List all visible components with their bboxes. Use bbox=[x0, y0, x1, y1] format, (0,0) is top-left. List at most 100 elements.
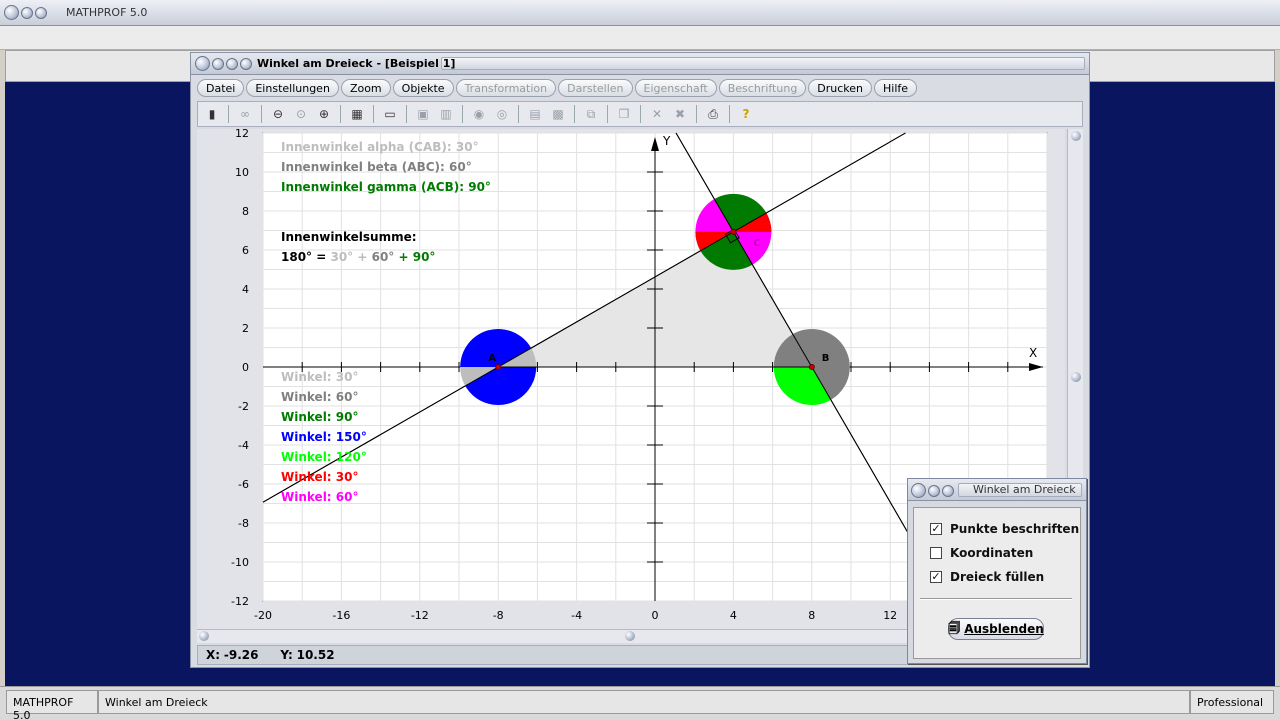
scroll-thumb[interactable] bbox=[625, 631, 635, 641]
toolbar-separator bbox=[574, 105, 575, 123]
print-icon[interactable]: ⎙ bbox=[703, 104, 723, 124]
x-tick-label: -4 bbox=[571, 609, 582, 622]
menu-einstellungen[interactable]: Einstellungen bbox=[246, 79, 339, 97]
angle-legend-item: Winkel: 90° bbox=[281, 410, 358, 424]
menu-hilfe[interactable]: Hilfe bbox=[874, 79, 918, 97]
menu-datei[interactable]: Datei bbox=[197, 79, 245, 97]
toolbar-separator bbox=[462, 105, 463, 123]
child-titlebar[interactable]: Winkel am Dreieck - [Beispiel 1] bbox=[191, 53, 1089, 75]
box-icon[interactable]: ▥ bbox=[436, 104, 456, 124]
calculator-icon[interactable]: ▮ bbox=[202, 104, 222, 124]
dialog-control-button[interactable] bbox=[911, 483, 926, 498]
app-control-button[interactable] bbox=[4, 5, 19, 20]
menu-zoom[interactable]: Zoom bbox=[340, 79, 391, 97]
checkbox[interactable] bbox=[930, 547, 942, 559]
point-B bbox=[808, 364, 815, 370]
scroll-left-button[interactable] bbox=[199, 631, 209, 641]
grid-icon[interactable]: ▩ bbox=[548, 104, 568, 124]
menu-drucken[interactable]: Drucken bbox=[808, 79, 873, 97]
app-control-button[interactable] bbox=[35, 7, 47, 19]
close-icon[interactable]: ✕ bbox=[647, 104, 667, 124]
dialog-control-button[interactable] bbox=[928, 485, 940, 497]
toolbar-separator bbox=[228, 105, 229, 123]
menu-beschriftung[interactable]: Beschriftung bbox=[718, 79, 807, 97]
point-label: A bbox=[488, 353, 496, 364]
angle-legend-item: Winkel: 60° bbox=[281, 390, 358, 404]
copy-icon[interactable]: ⧉ bbox=[581, 104, 601, 124]
zoom-icon[interactable]: ⊙ bbox=[291, 104, 311, 124]
sum-part-a: 30° bbox=[326, 250, 353, 264]
separator bbox=[920, 598, 1072, 600]
y-tick-label: 6 bbox=[242, 244, 249, 257]
toolbar-separator bbox=[373, 105, 374, 123]
sum-part-plus1: + bbox=[353, 250, 367, 264]
app-title: MATHPROF 5.0 bbox=[66, 6, 148, 19]
close-icon[interactable]: ✖ bbox=[670, 104, 690, 124]
angle-legend-item: Winkel: 30° bbox=[281, 470, 358, 484]
toolbar-separator bbox=[261, 105, 262, 123]
x-tick-label: 12 bbox=[883, 609, 897, 622]
settings-icon[interactable]: ▦ bbox=[347, 104, 367, 124]
menu-eigenschaft[interactable]: Eigenschaft bbox=[634, 79, 717, 97]
circle-icon[interactable]: ◎ bbox=[492, 104, 512, 124]
angle-legend-item: Winkel: 30° bbox=[281, 370, 358, 384]
table-icon[interactable]: ▤ bbox=[525, 104, 545, 124]
toolbar-separator bbox=[340, 105, 341, 123]
help-icon[interactable]: ? bbox=[736, 104, 756, 124]
box-icon[interactable]: ▣ bbox=[413, 104, 433, 124]
option-dreieck-fuellen[interactable]: ✓ Dreieck füllen bbox=[930, 570, 1044, 584]
checkbox[interactable]: ✓ bbox=[930, 571, 942, 583]
hide-button[interactable]: 🗐 Ausblenden bbox=[948, 618, 1044, 640]
y-tick-label: -4 bbox=[238, 439, 249, 452]
window-control-button[interactable] bbox=[212, 58, 224, 70]
window-icon[interactable]: ▭ bbox=[380, 104, 400, 124]
pages-icon[interactable]: ❐ bbox=[614, 104, 634, 124]
window-control-button[interactable] bbox=[195, 56, 210, 71]
dialog-control-button[interactable] bbox=[942, 485, 954, 497]
menu-darstellen[interactable]: Darstellen bbox=[558, 79, 633, 97]
zoom-in-icon[interactable]: ⊕ bbox=[314, 104, 334, 124]
y-tick-label: 8 bbox=[242, 205, 249, 218]
dialog-window-controls[interactable] bbox=[911, 483, 954, 498]
app-window-controls[interactable] bbox=[4, 5, 47, 20]
window-control-button[interactable] bbox=[226, 58, 238, 70]
window-control-button[interactable] bbox=[240, 58, 252, 70]
point-label: C bbox=[753, 238, 760, 249]
zoom-out-icon[interactable]: ⊖ bbox=[268, 104, 288, 124]
point-A bbox=[495, 364, 502, 370]
x-tick-label: -16 bbox=[332, 609, 350, 622]
option-label: Punkte beschriften bbox=[950, 522, 1080, 536]
toolbar-separator bbox=[406, 105, 407, 123]
app-titlebar: MATHPROF 5.0 bbox=[0, 0, 1280, 26]
angle-info: Innenwinkel alpha (CAB): 30° bbox=[281, 140, 479, 154]
angle-info: Innenwinkel beta (ABC): 60° bbox=[281, 160, 472, 174]
x-axis-label: X bbox=[1029, 346, 1037, 360]
y-coord-label: Y: 10.52 bbox=[280, 648, 335, 662]
option-koordinaten[interactable]: Koordinaten bbox=[930, 546, 1033, 560]
x-tick-label: -8 bbox=[493, 609, 504, 622]
circle-icon[interactable]: ◉ bbox=[469, 104, 489, 124]
scroll-up-button[interactable] bbox=[1071, 131, 1081, 141]
glasses-icon[interactable]: ∞ bbox=[235, 104, 255, 124]
scroll-thumb[interactable] bbox=[1071, 372, 1081, 382]
sum-part-plus2: + bbox=[394, 250, 408, 264]
child-window-controls[interactable] bbox=[195, 56, 252, 71]
y-axis-label: Y bbox=[662, 134, 671, 148]
toolbar-separator bbox=[640, 105, 641, 123]
sum-part-total: 180° bbox=[281, 250, 312, 264]
option-punkte-beschriften[interactable]: ✓ Punkte beschriften bbox=[930, 522, 1079, 536]
y-tick-label: 4 bbox=[242, 283, 249, 296]
menu-objekte[interactable]: Objekte bbox=[392, 79, 454, 97]
title-bar-fill bbox=[441, 57, 1085, 70]
toolbar-separator bbox=[607, 105, 608, 123]
status-app: MATHPROF 5.0 bbox=[6, 690, 98, 720]
dialog-title: Winkel am Dreieck bbox=[958, 483, 1082, 497]
dialog-titlebar[interactable]: Winkel am Dreieck bbox=[908, 479, 1086, 501]
menu-transformation[interactable]: Transformation bbox=[455, 79, 557, 97]
y-tick-label: -10 bbox=[231, 556, 249, 569]
app-control-button[interactable] bbox=[21, 7, 33, 19]
checkbox[interactable]: ✓ bbox=[930, 523, 942, 535]
angle-sum-title: Innenwinkelsumme: bbox=[281, 230, 417, 244]
status-module: Winkel am Dreieck bbox=[98, 690, 1190, 714]
y-tick-label: -6 bbox=[238, 478, 249, 491]
